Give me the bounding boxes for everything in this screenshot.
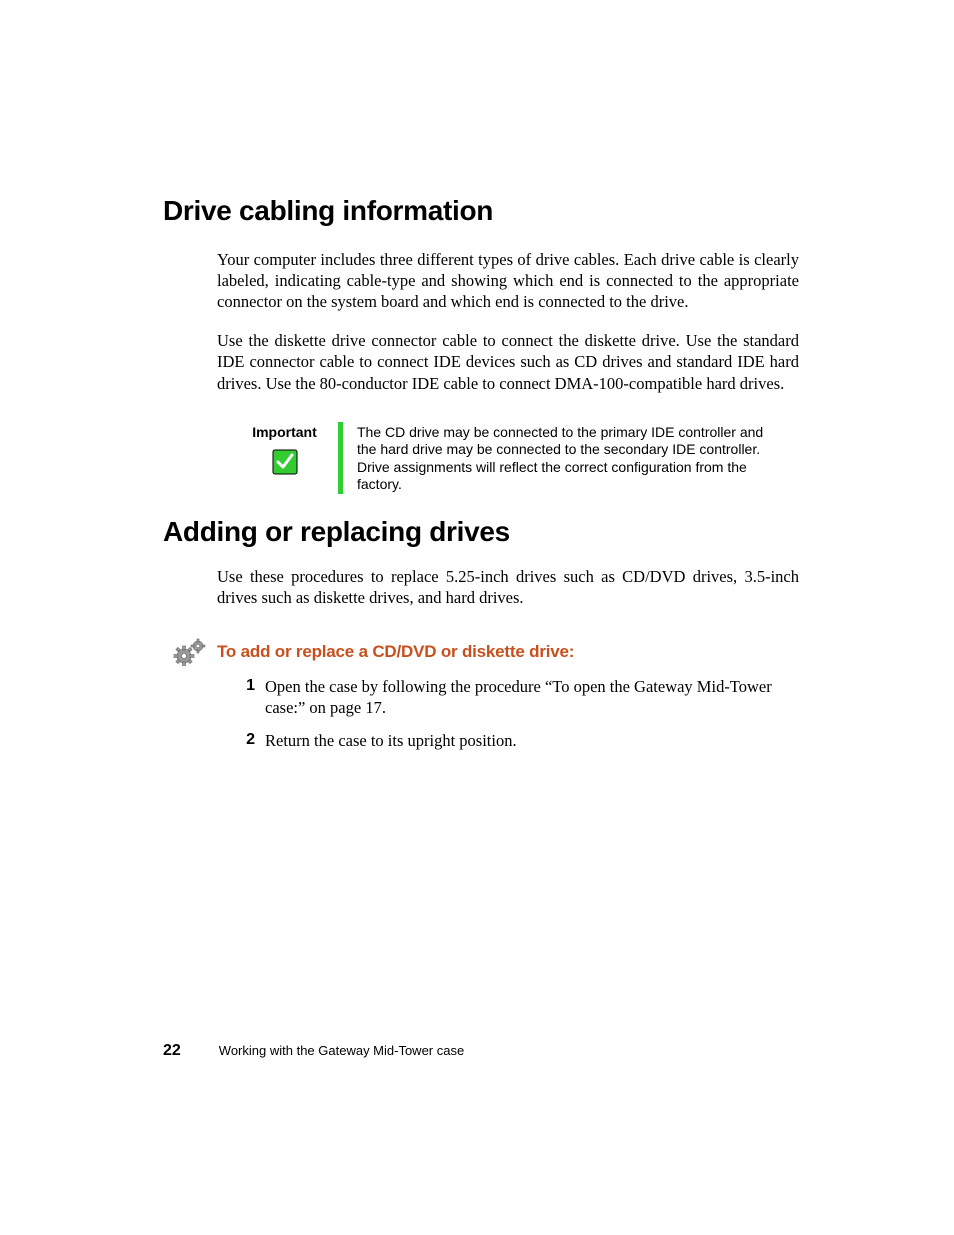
procedure-heading-row: To add or replace a CD/DVD or diskette d…: [173, 638, 799, 666]
paragraph-cabling-1: Your computer includes three different t…: [217, 249, 799, 312]
step-1: 1 Open the case by following the procedu…: [233, 676, 799, 718]
page-number: 22: [163, 1042, 181, 1060]
paragraph-cabling-2: Use the diskette drive connector cable t…: [217, 330, 799, 393]
checkmark-icon: [271, 448, 299, 476]
heading-drive-cabling: Drive cabling information: [163, 195, 799, 227]
step-2: 2 Return the case to its upright positio…: [233, 730, 799, 751]
callout-label: Important: [252, 424, 317, 440]
callout-body: The CD drive may be connected to the pri…: [357, 422, 779, 494]
gears-icon: [173, 638, 207, 666]
callout-divider: [338, 422, 343, 494]
step-text: Open the case by following the procedure…: [265, 676, 799, 718]
step-text: Return the case to its upright position.: [265, 730, 799, 751]
important-callout: Important The CD drive may be connected …: [237, 422, 779, 494]
page-footer: 22 Working with the Gateway Mid-Tower ca…: [163, 1042, 464, 1060]
heading-adding-replacing: Adding or replacing drives: [163, 516, 799, 548]
page-content: Drive cabling information Your computer …: [0, 0, 954, 751]
step-number: 2: [233, 730, 255, 751]
callout-label-column: Important: [237, 422, 332, 476]
step-number: 1: [233, 676, 255, 718]
procedure-heading: To add or replace a CD/DVD or diskette d…: [217, 642, 574, 662]
paragraph-adding-1: Use these procedures to replace 5.25-inc…: [217, 566, 799, 608]
footer-chapter-title: Working with the Gateway Mid-Tower case: [219, 1043, 464, 1058]
